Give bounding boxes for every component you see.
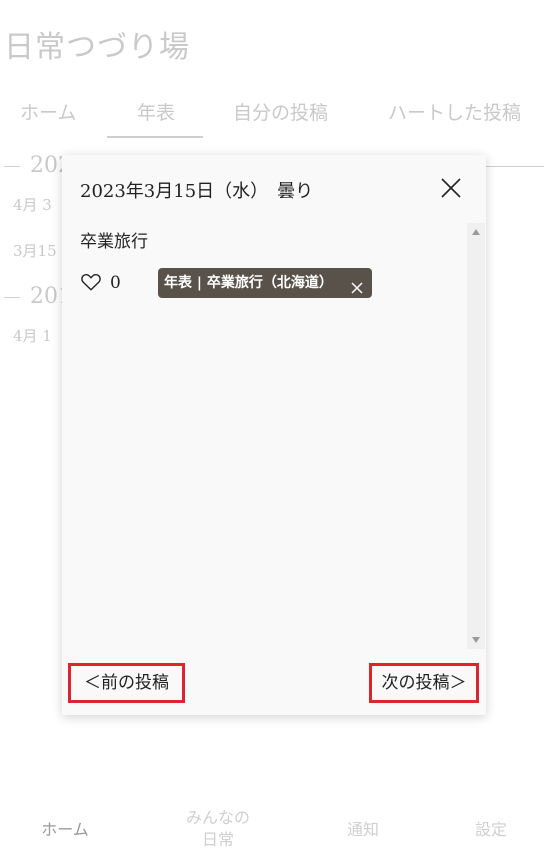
scroll-down-arrow-icon[interactable]	[472, 637, 480, 643]
year-dash	[4, 297, 20, 298]
tag-chip[interactable]: 年表 | 卒業旅行（北海道）	[158, 268, 372, 298]
next-post-button[interactable]: 次の投稿＞	[369, 663, 479, 703]
scroll-up-arrow-icon[interactable]	[472, 229, 480, 235]
tab-home[interactable]: ホーム	[20, 98, 76, 125]
nav-notifications[interactable]: 通知	[303, 819, 423, 841]
tag-label: 年表 | 卒業旅行（北海道）	[164, 275, 333, 291]
tab-hearted-posts[interactable]: ハートした投稿	[388, 98, 521, 125]
post-scrollbar[interactable]	[467, 223, 485, 649]
previous-post-button[interactable]: ＜前の投稿	[68, 663, 185, 703]
post-detail-modal: 2023年3月15日（水） 曇り 卒業旅行 0 年表 | 卒業旅行（北海道） ＜…	[62, 155, 486, 715]
post-date-weather: 2023年3月15日（水） 曇り	[80, 181, 314, 202]
active-tab-indicator	[107, 136, 203, 138]
bottom-nav: ホーム みんなの 日常 通知 設定	[0, 790, 549, 865]
post-body: 卒業旅行 0 年表 | 卒業旅行（北海道）	[80, 223, 465, 649]
year-line	[480, 166, 544, 167]
nav-everyone-diary[interactable]: みんなの 日常	[158, 807, 278, 851]
post-content: 卒業旅行	[80, 232, 148, 252]
timeline-entry[interactable]: 4月 3	[13, 194, 52, 215]
nav-everyone-line2: 日常	[201, 830, 234, 849]
timeline-entry[interactable]: 3月15	[13, 240, 57, 261]
year-dash	[4, 166, 20, 167]
tab-my-posts[interactable]: 自分の投稿	[233, 98, 328, 125]
timeline-entry[interactable]: 4月 1	[13, 325, 52, 346]
nav-everyone-line1: みんなの	[185, 808, 250, 827]
app-title: 日常つづり場	[4, 30, 190, 65]
tag-remove-icon[interactable]	[350, 276, 364, 294]
nav-settings[interactable]: 設定	[431, 819, 549, 841]
close-icon[interactable]	[438, 175, 464, 201]
tab-timeline[interactable]: 年表	[137, 98, 175, 125]
heart-count: 0	[110, 273, 121, 293]
nav-home[interactable]: ホーム	[5, 819, 125, 841]
tab-bar: ホーム 年表 自分の投稿 ハートした投稿	[0, 92, 549, 140]
heart-icon[interactable]	[80, 271, 102, 293]
